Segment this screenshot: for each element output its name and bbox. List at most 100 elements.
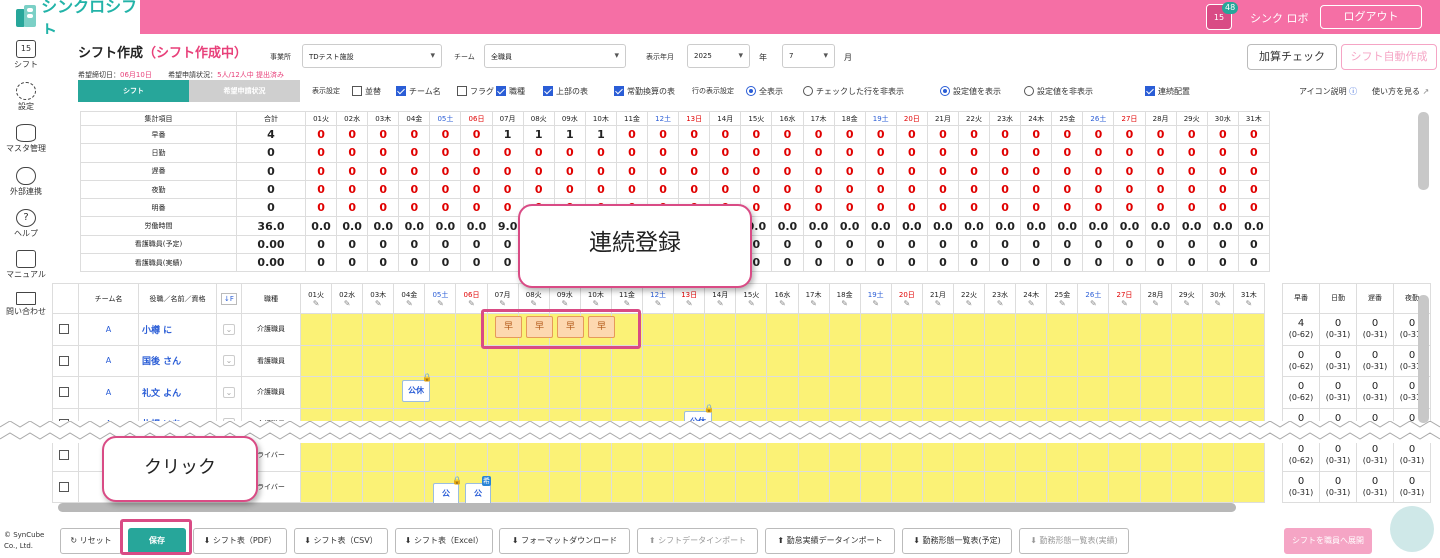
shift-cell[interactable]: [921, 344, 954, 377]
day-header-editable[interactable]: 29火 ✎: [1170, 283, 1203, 314]
sidebar-item-shift[interactable]: 15 シフト: [0, 40, 52, 70]
import-button[interactable]: ⬆ シフトデータインポート: [637, 528, 758, 554]
shift-cell[interactable]: [828, 313, 861, 346]
tab-request-status[interactable]: 希望申請状況: [189, 80, 300, 102]
shift-cell[interactable]: [424, 344, 457, 377]
row-checkbox[interactable]: [59, 387, 69, 398]
consecutive-checkbox[interactable]: 連続配置: [1145, 86, 1190, 97]
shift-cell[interactable]: [1139, 313, 1172, 346]
shift-cell[interactable]: [299, 470, 333, 503]
shift-cell[interactable]: [1232, 470, 1265, 503]
shift-cell[interactable]: [735, 344, 768, 377]
reset-button[interactable]: ↻ リセット: [60, 528, 122, 554]
hide-set-radio[interactable]: 設定値を非表示: [1024, 86, 1093, 97]
row-checkbox-cell[interactable]: [52, 313, 79, 346]
holiday-chip-short[interactable]: 公: [433, 483, 459, 505]
shift-cell[interactable]: [455, 376, 488, 409]
shift-cell[interactable]: [1015, 313, 1048, 346]
shift-cell[interactable]: [1232, 313, 1265, 346]
shift-cell[interactable]: [859, 313, 892, 346]
shift-cell[interactable]: [1201, 470, 1234, 503]
shift-cell[interactable]: [1046, 313, 1079, 346]
sidebar-item-help[interactable]: ? ヘルプ: [0, 209, 52, 239]
fulltime-checkbox[interactable]: 常勤換算の表: [614, 86, 675, 97]
shift-cell[interactable]: [797, 313, 830, 346]
shift-cell[interactable]: [393, 439, 426, 472]
shift-cell[interactable]: [1015, 344, 1048, 377]
addition-check-button[interactable]: 加算チェック: [1247, 44, 1337, 70]
shift-cell[interactable]: [299, 439, 333, 472]
shift-cell[interactable]: [610, 439, 644, 472]
shift-cell[interactable]: [331, 439, 364, 472]
shift-cell[interactable]: [1077, 376, 1110, 409]
sidebar-item-external[interactable]: 外部連携: [0, 167, 52, 197]
shift-cell[interactable]: [673, 470, 706, 503]
shift-cell[interactable]: [952, 439, 986, 472]
shift-cell[interactable]: [517, 439, 550, 472]
shift-cell[interactable]: [890, 344, 923, 377]
holiday-chip-short[interactable]: 公: [465, 483, 491, 505]
shift-cell[interactable]: [579, 439, 612, 472]
shift-cell[interactable]: [610, 470, 644, 503]
shift-cell[interactable]: [362, 470, 395, 503]
shift-cell[interactable]: [1232, 439, 1265, 472]
shift-cell[interactable]: [1077, 313, 1110, 346]
shift-cell[interactable]: [984, 470, 1017, 503]
shift-cell[interactable]: [362, 439, 395, 472]
sort-button[interactable]: ↓F: [216, 283, 242, 314]
row-checkbox-cell[interactable]: [52, 344, 79, 377]
shift-cell[interactable]: [1015, 376, 1048, 409]
staff-menu-cell[interactable]: ⌄: [216, 376, 242, 409]
howto-link[interactable]: 使い方を見る ↗: [1372, 86, 1429, 97]
shift-cell[interactable]: [1046, 376, 1079, 409]
shift-cell[interactable]: [424, 439, 457, 472]
shift-cell[interactable]: [921, 376, 954, 409]
shift-cell[interactable]: [1170, 344, 1203, 377]
row-checkbox[interactable]: [59, 450, 69, 461]
staff-name[interactable]: 国後 さん: [138, 344, 217, 377]
shift-cell[interactable]: [704, 439, 737, 472]
shift-cell[interactable]: [362, 313, 395, 346]
day-header-editable[interactable]: 14月 ✎: [704, 283, 737, 314]
row-checkbox-cell[interactable]: [52, 376, 79, 409]
shift-cell[interactable]: [1077, 439, 1110, 472]
shift-cell[interactable]: [859, 344, 892, 377]
shift-cell[interactable]: [1139, 439, 1172, 472]
attendance-import-button[interactable]: ⬆ 勤怠実績データインポート: [765, 528, 895, 554]
staff-menu-cell[interactable]: ⌄: [216, 344, 242, 377]
day-header-editable[interactable]: 20日 ✎: [890, 283, 923, 314]
planned-list-button[interactable]: ⬇ 勤務形態一覧表(予定): [902, 528, 1012, 554]
shift-cell[interactable]: [331, 376, 364, 409]
csv-button[interactable]: ⬇ シフト表（CSV）: [294, 528, 388, 554]
show-set-radio[interactable]: 設定値を表示: [940, 86, 1001, 97]
shift-cell[interactable]: [859, 376, 892, 409]
shift-cell[interactable]: [610, 344, 644, 377]
shift-cell[interactable]: [1139, 376, 1172, 409]
shift-cell[interactable]: [642, 313, 675, 346]
shift-cell[interactable]: [1170, 470, 1203, 503]
day-header-editable[interactable]: 21月 ✎: [921, 283, 954, 314]
pdf-button[interactable]: ⬇ シフト表（PDF）: [193, 528, 287, 554]
office-select[interactable]: TDテスト施設: [302, 44, 442, 68]
shift-cell[interactable]: [921, 439, 954, 472]
shift-cell[interactable]: [486, 376, 519, 409]
day-header-editable[interactable]: 04金 ✎: [393, 283, 426, 314]
format-download-button[interactable]: ⬇ フォーマットダウンロード: [499, 528, 630, 554]
day-header-editable[interactable]: 15火 ✎: [735, 283, 768, 314]
excel-button[interactable]: ⬇ シフト表（Excel）: [395, 528, 493, 554]
shift-cell[interactable]: [673, 376, 706, 409]
shift-cell[interactable]: [548, 439, 581, 472]
shift-cell[interactable]: [331, 344, 364, 377]
shift-cell[interactable]: [766, 344, 799, 377]
shift-cell[interactable]: [1232, 376, 1265, 409]
shift-cell[interactable]: [1015, 439, 1048, 472]
staff-scrollbar[interactable]: [1418, 295, 1429, 423]
day-header-editable[interactable]: 16水 ✎: [766, 283, 799, 314]
shift-cell[interactable]: [735, 470, 768, 503]
shift-cell[interactable]: [393, 313, 426, 346]
shift-cell[interactable]: [766, 313, 799, 346]
month-select[interactable]: 7: [782, 44, 835, 68]
shift-cell[interactable]: [1232, 344, 1265, 377]
tab-shift[interactable]: シフト: [78, 80, 189, 102]
day-header-editable[interactable]: 18金 ✎: [828, 283, 861, 314]
